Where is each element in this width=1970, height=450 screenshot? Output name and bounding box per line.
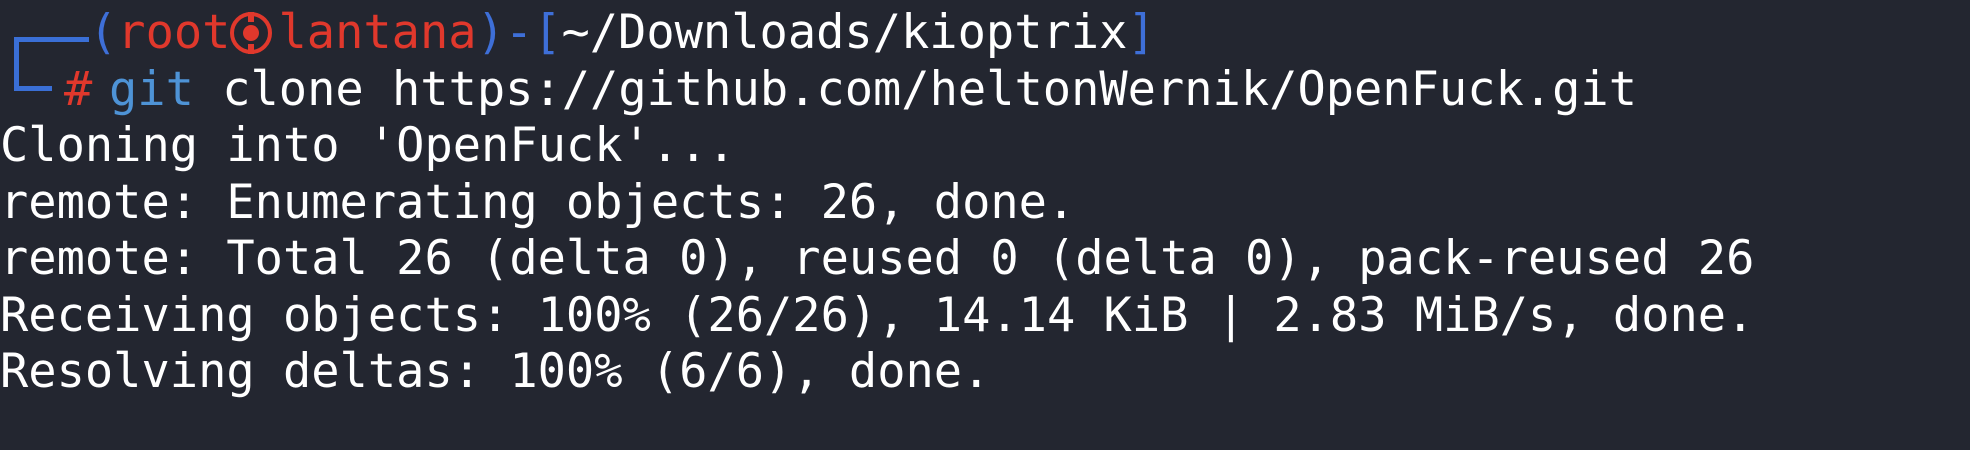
prompt-user: root	[117, 5, 231, 60]
output-line: remote: Total 26 (delta 0), reused 0 (de…	[0, 231, 1755, 286]
prompt-dash: -	[504, 5, 534, 60]
output-line: Cloning into 'OpenFuck'...	[0, 118, 736, 173]
prompt-frame-top	[0, 5, 89, 89]
prompt-line-command: # git clone https://github.com/heltonWern…	[0, 62, 1970, 119]
prompt-open-bracket: [	[533, 5, 562, 60]
prompt-close-paren: )	[476, 5, 505, 60]
prompt-frame-bottom	[0, 62, 89, 119]
command-program: git	[109, 61, 194, 117]
prompt-open-paren: (	[89, 5, 118, 60]
prompt-line-top: (root lantana)-[~/Downloads/kioptrix]	[0, 5, 1970, 89]
kali-skull-icon	[230, 12, 273, 54]
prompt-cwd: ~/Downloads/kioptrix	[561, 5, 1128, 60]
prompt-close-bracket: ]	[1127, 5, 1156, 60]
output-line: Resolving deltas: 100% (6/6), done.	[0, 344, 991, 399]
output-line: remote: Enumerating objects: 26, done.	[0, 174, 1076, 230]
command-args: clone https://github.com/heltonWernik/Op…	[222, 61, 1638, 117]
terminal-window[interactable]: (root lantana)-[~/Downloads/kioptrix] # g…	[0, 0, 1970, 450]
output-line: Receiving objects: 100% (26/26), 14.14 K…	[0, 287, 1755, 343]
prompt-host: lantana	[278, 5, 477, 60]
